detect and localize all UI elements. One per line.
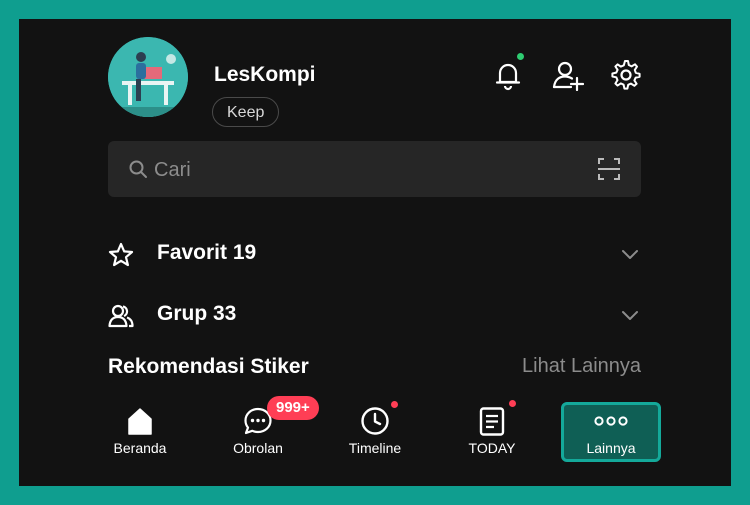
chevron-down-icon[interactable] xyxy=(621,246,639,264)
profile-name[interactable]: LesKompi xyxy=(214,63,316,87)
header-actions xyxy=(492,53,642,92)
app-screen: LesKompi Keep Cari Favorit 19 Grup 33 Re… xyxy=(19,19,731,486)
gear-icon xyxy=(611,60,641,90)
groups-label: Grup 33 xyxy=(157,302,237,325)
nav-today-label: TODAY xyxy=(468,440,516,456)
search-icon xyxy=(129,160,147,178)
timeline-new-indicator xyxy=(391,401,398,408)
nav-home[interactable]: Beranda xyxy=(99,397,181,486)
qr-scan-icon[interactable] xyxy=(597,157,621,181)
search-input[interactable] xyxy=(152,153,556,187)
today-new-indicator xyxy=(509,400,516,407)
nav-chats-label: Obrolan xyxy=(233,440,283,456)
search-bar[interactable] xyxy=(108,141,641,197)
see-more-link[interactable]: Lihat Lainnya xyxy=(522,355,641,378)
add-friend-icon xyxy=(552,61,585,92)
news-icon xyxy=(479,407,505,436)
star-icon xyxy=(108,242,134,267)
unread-badge: 999+ xyxy=(267,396,319,420)
notifications-button[interactable] xyxy=(492,53,524,91)
favorites-row[interactable]: Favorit 19 xyxy=(108,232,641,276)
home-icon xyxy=(128,408,152,435)
groups-row[interactable]: Grup 33 xyxy=(108,293,641,337)
nav-chats[interactable]: 999+ Obrolan xyxy=(217,396,319,486)
add-friend-button[interactable] xyxy=(552,59,585,92)
bottom-nav: Beranda 999+ Obrolan Timeline TODAY Lain… xyxy=(19,396,731,486)
bell-icon xyxy=(495,63,521,91)
keep-button[interactable]: Keep xyxy=(212,97,280,127)
favorites-label: Favorit 19 xyxy=(157,241,257,264)
clock-icon xyxy=(361,407,389,435)
nav-home-label: Beranda xyxy=(113,440,167,456)
avatar[interactable] xyxy=(108,37,188,117)
nav-today[interactable]: TODAY xyxy=(451,397,533,486)
nav-more[interactable]: Lainnya xyxy=(561,397,661,486)
more-dots-icon xyxy=(594,416,628,426)
group-icon xyxy=(108,304,134,328)
nav-timeline-label: Timeline xyxy=(348,440,402,456)
nav-more-label: Lainnya xyxy=(586,440,636,456)
online-indicator xyxy=(517,53,524,60)
nav-timeline[interactable]: Timeline xyxy=(334,397,416,486)
sticker-section-title: Rekomendasi Stiker xyxy=(108,355,309,378)
settings-button[interactable] xyxy=(610,59,642,91)
chevron-down-icon[interactable] xyxy=(621,307,639,325)
